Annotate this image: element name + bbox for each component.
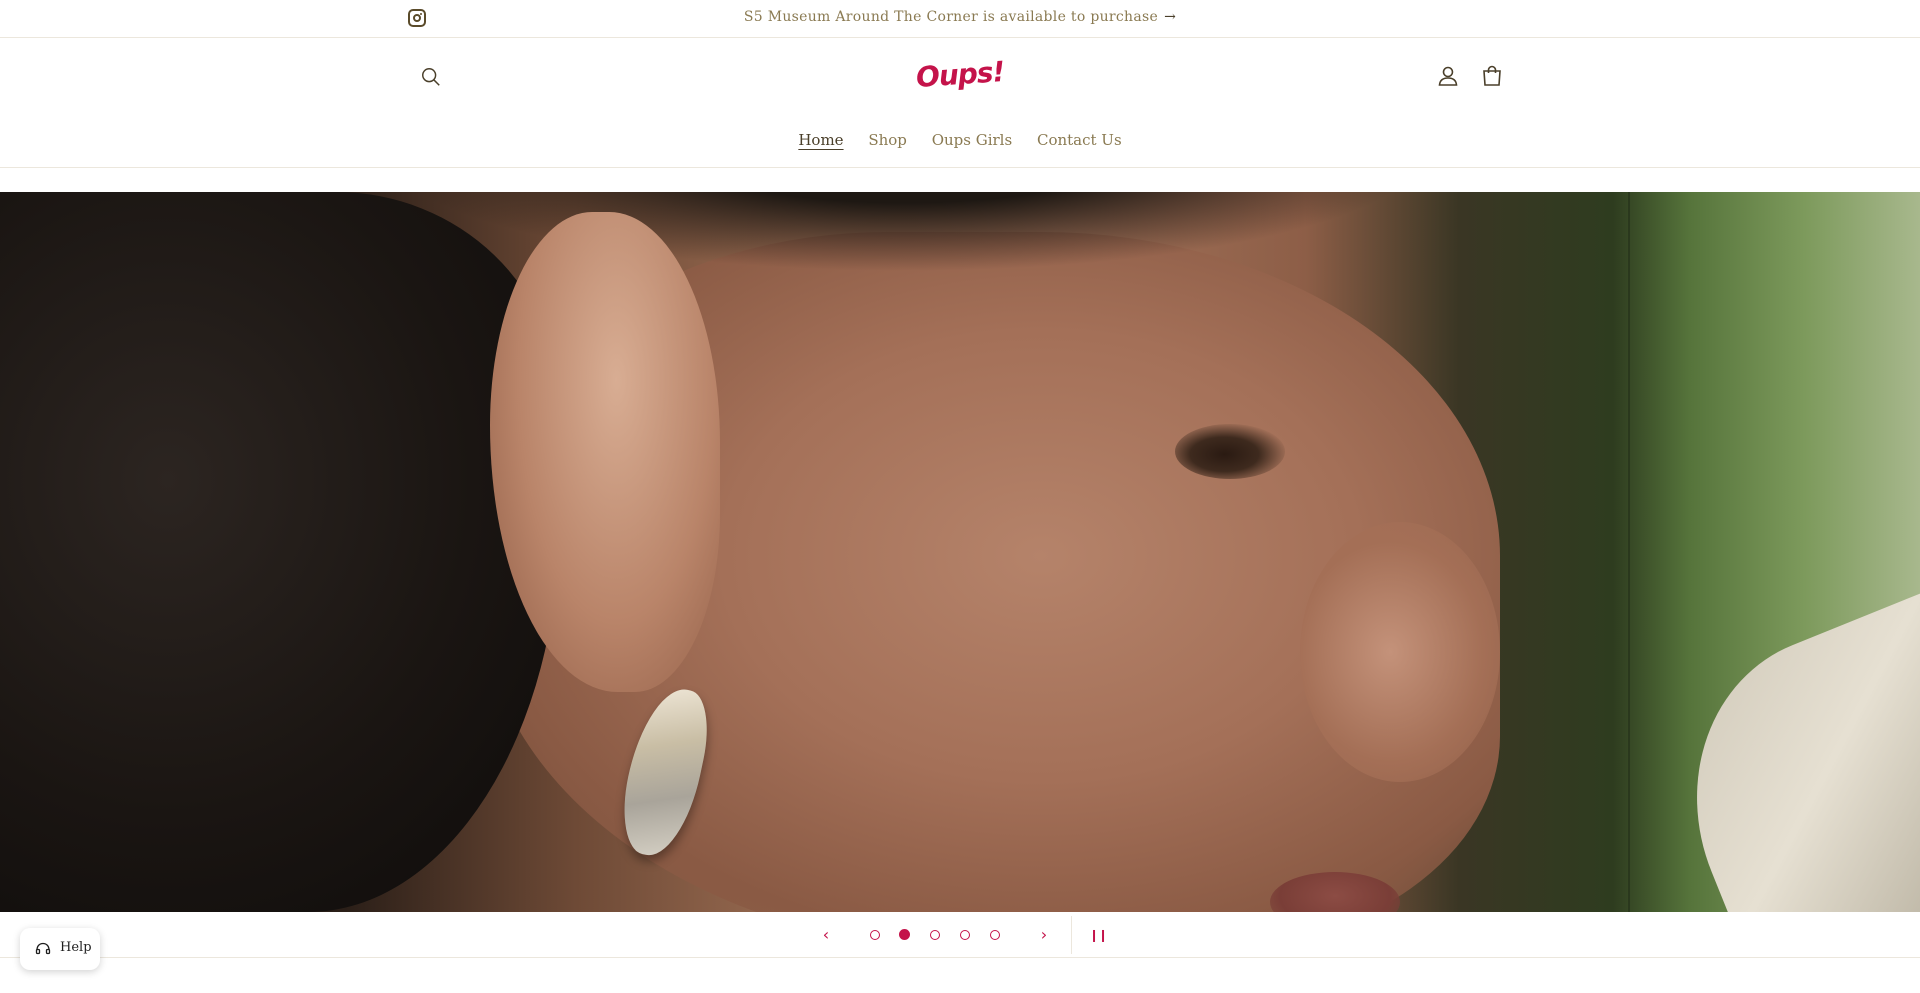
hero-eye-shape [1175,424,1285,479]
next-slide-button[interactable]: › [1034,925,1054,945]
slider-controls: ‹ › ❙❙ [0,912,1920,958]
slide-dot-1[interactable] [870,930,880,940]
announcement-bar: S5 Museum Around The Corner is available… [0,0,1920,38]
announcement-link[interactable]: S5 Museum Around The Corner is available… [0,9,1920,25]
hero-divider [1628,192,1630,912]
arrow-right-icon[interactable]: → [1164,9,1176,25]
previous-slide-button[interactable]: ‹ [816,925,836,945]
nav-item-shop[interactable]: Shop [868,131,907,149]
chat-support-icon [35,942,51,955]
logo[interactable]: Oups! [0,55,1920,94]
announcement-text[interactable]: S5 Museum Around The Corner is available… [744,9,1158,25]
site-header: Oups! Home Shop Oups Girls Contact Us [0,38,1920,168]
hero-fabric-shape [1644,585,1920,912]
controls-divider [1071,916,1072,954]
hero-hair-shape [0,192,560,912]
nav-item-oups-girls[interactable]: Oups Girls [932,131,1012,149]
slide-dot-5[interactable] [990,930,1000,940]
nav-item-home[interactable]: Home [798,131,843,149]
hero-slideshow-image[interactable] [0,192,1920,912]
main-nav: Home Shop Oups Girls Contact Us [0,131,1920,149]
logo-text[interactable]: Oups! [915,55,1005,94]
account-icon[interactable] [1436,64,1460,88]
pause-slideshow-button[interactable]: ❙❙ [1088,925,1108,945]
help-label: Help [60,940,92,955]
slide-dot-3[interactable] [930,930,940,940]
nav-item-contact-us[interactable]: Contact Us [1037,131,1122,149]
slide-dot-2[interactable] [899,929,910,940]
hero-nose-shape [1300,522,1500,782]
cart-icon[interactable] [1480,64,1504,88]
help-button[interactable]: Help [20,928,100,970]
slide-dot-4[interactable] [960,930,970,940]
